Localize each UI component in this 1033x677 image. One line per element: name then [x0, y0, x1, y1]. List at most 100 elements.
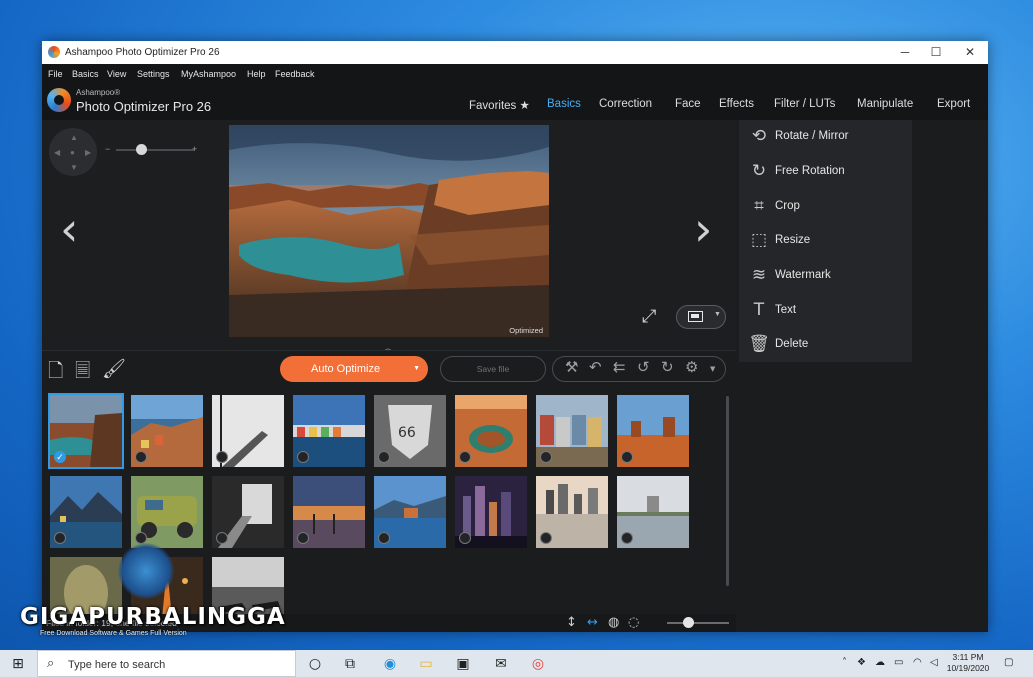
view-mode-toggle[interactable]: ▼ — [676, 305, 726, 329]
menu-view[interactable]: View — [107, 69, 126, 79]
sidebar-item-free-rotation[interactable]: ↻ Free Rotation — [739, 155, 912, 189]
add-folder-icon[interactable]: 🗏 — [75, 357, 90, 389]
tab-basics[interactable]: Basics — [547, 98, 581, 110]
sidebar-item-crop[interactable]: ⌗ Crop — [739, 190, 912, 224]
notifications-icon[interactable]: ▢ — [1004, 657, 1013, 668]
settings-gear-icon[interactable]: ⚙ — [685, 358, 698, 376]
sidebar-item-text[interactable]: T Text — [739, 294, 912, 328]
thumbnail[interactable] — [293, 395, 365, 467]
tab-face[interactable]: Face — [675, 98, 701, 110]
thumbnail[interactable] — [212, 395, 284, 467]
battery-icon[interactable]: ▭ — [894, 657, 903, 668]
mail-icon[interactable]: ✉ — [491, 654, 511, 674]
next-image-icon[interactable]: › — [694, 206, 712, 252]
cortana-icon[interactable]: ○ — [305, 654, 325, 674]
cloud-icon[interactable]: ☁ — [875, 657, 885, 668]
dropbox-icon[interactable]: ❖ — [857, 657, 866, 668]
thumbnail[interactable] — [50, 476, 122, 548]
rotate-left-90-icon[interactable]: ↺ — [637, 358, 650, 376]
taskbar-search-box[interactable]: ⌕ Type here to search — [37, 650, 296, 677]
thumbnail-checkbox[interactable] — [540, 532, 552, 544]
previous-image-icon[interactable]: ‹ — [60, 206, 78, 252]
thumbnail[interactable] — [536, 476, 608, 548]
thumbnail-checkbox[interactable] — [459, 532, 471, 544]
sidebar-item-watermark[interactable]: ≋ Watermark — [739, 259, 912, 293]
pan-navigator[interactable]: ▲ ▼ ◀ ▶ ● — [49, 128, 97, 176]
thumbnail-checkbox[interactable] — [135, 451, 147, 463]
thumbnail-checkbox[interactable] — [621, 451, 633, 463]
sidebar-item-rotate-mirror[interactable]: ⟲ Rotate / Mirror — [739, 120, 912, 154]
thumbnail-checkbox[interactable]: ✓ — [54, 451, 66, 463]
tray-chevron-icon[interactable]: ˄ — [842, 657, 847, 668]
thumbnail[interactable] — [455, 395, 527, 467]
thumbnail[interactable] — [212, 476, 284, 548]
close-button[interactable]: ✕ — [953, 41, 987, 64]
auto-optimize-dropdown-icon[interactable]: ▼ — [413, 365, 420, 372]
thumbnail[interactable] — [131, 395, 203, 467]
thumbnail[interactable] — [455, 476, 527, 548]
file-explorer-icon[interactable]: ▭ — [416, 654, 436, 674]
undo-icon[interactable]: ↶ — [589, 358, 602, 376]
tab-filter-luts[interactable]: Filter / LUTs — [774, 98, 835, 110]
magic-wand-icon[interactable]: ⚒ — [565, 358, 578, 376]
thumbnail-checkbox[interactable] — [621, 532, 633, 544]
thumbnail-scrollbar[interactable] — [726, 396, 729, 586]
menu-file[interactable]: File — [48, 69, 63, 79]
thumbnail[interactable] — [536, 395, 608, 467]
add-file-icon[interactable]: 🗋 — [48, 357, 63, 389]
zoom-slider-track[interactable] — [116, 149, 194, 151]
thumbnail-checkbox[interactable] — [54, 532, 66, 544]
thumbnail[interactable] — [374, 476, 446, 548]
maximize-button[interactable]: ☐ — [919, 41, 953, 64]
thumbnail[interactable] — [293, 476, 365, 548]
tab-effects[interactable]: Effects — [719, 98, 754, 110]
thumbnail-checkbox[interactable] — [459, 451, 471, 463]
windows-start-icon[interactable]: ⊞ — [8, 654, 28, 674]
clear-list-icon[interactable]: 🖌 — [102, 357, 126, 380]
tab-manipulate[interactable]: Manipulate — [857, 98, 913, 110]
thumbnail[interactable] — [617, 395, 689, 467]
loading-icon[interactable]: ◌ — [628, 615, 639, 630]
menu-feedback[interactable]: Feedback — [275, 69, 315, 79]
minimize-button[interactable]: ─ — [888, 41, 922, 64]
menu-settings[interactable]: Settings — [137, 69, 170, 79]
rotate-right-90-icon[interactable]: ↻ — [661, 358, 674, 376]
sidebar-item-delete[interactable]: 🗑 Delete — [739, 328, 912, 362]
network-icon[interactable]: ◠ — [913, 657, 922, 668]
fullscreen-icon[interactable]: ⤢ — [642, 306, 656, 327]
thumbnail-checkbox[interactable] — [216, 451, 228, 463]
thumbnail-checkbox[interactable] — [378, 451, 390, 463]
thumbnail-size-slider-handle[interactable] — [683, 617, 694, 628]
thumbnail-size-slider-track[interactable] — [667, 622, 729, 624]
compare-icon[interactable]: ◍ — [608, 615, 619, 630]
horizontal-layout-icon[interactable]: ↔ — [587, 615, 598, 630]
store-icon[interactable]: ▣ — [453, 654, 473, 674]
vertical-layout-icon[interactable]: ↕ — [566, 615, 577, 630]
edge-browser-icon[interactable]: ◉ — [380, 654, 400, 674]
thumbnail[interactable]: ✓ — [48, 393, 124, 469]
zoom-slider-handle[interactable] — [136, 144, 147, 155]
thumbnail[interactable]: 66 — [374, 395, 446, 467]
sidebar-item-resize[interactable]: ⬚ Resize — [739, 224, 912, 258]
thumbnail[interactable] — [617, 476, 689, 548]
tab-correction[interactable]: Correction — [599, 98, 652, 110]
tools-dropdown-icon[interactable]: ▼ — [710, 365, 715, 373]
volume-icon[interactable]: ◁ — [930, 657, 938, 668]
menu-myashampoo[interactable]: MyAshampoo — [181, 69, 236, 79]
taskbar-clock[interactable]: 3:11 PM 10/19/2020 — [946, 652, 990, 674]
thumbnail-checkbox[interactable] — [540, 451, 552, 463]
task-view-icon[interactable]: ⧉ — [340, 654, 360, 674]
tab-favorites[interactable]: Favorites ★ — [469, 98, 530, 112]
menu-help[interactable]: Help — [247, 69, 266, 79]
thumbnail-checkbox[interactable] — [297, 532, 309, 544]
thumbnail-checkbox[interactable] — [216, 532, 228, 544]
auto-optimize-button[interactable]: Auto Optimize ▼ — [280, 356, 428, 382]
menu-basics[interactable]: Basics — [72, 69, 99, 79]
thumbnail-checkbox[interactable] — [297, 451, 309, 463]
undo-all-icon[interactable]: ⇇ — [613, 358, 626, 376]
tab-export[interactable]: Export — [937, 98, 970, 110]
save-file-button[interactable]: Save file — [440, 356, 546, 382]
chrome-icon[interactable]: ◎ — [528, 654, 548, 674]
thumbnail-checkbox[interactable] — [378, 532, 390, 544]
thumbnail[interactable] — [131, 476, 203, 548]
